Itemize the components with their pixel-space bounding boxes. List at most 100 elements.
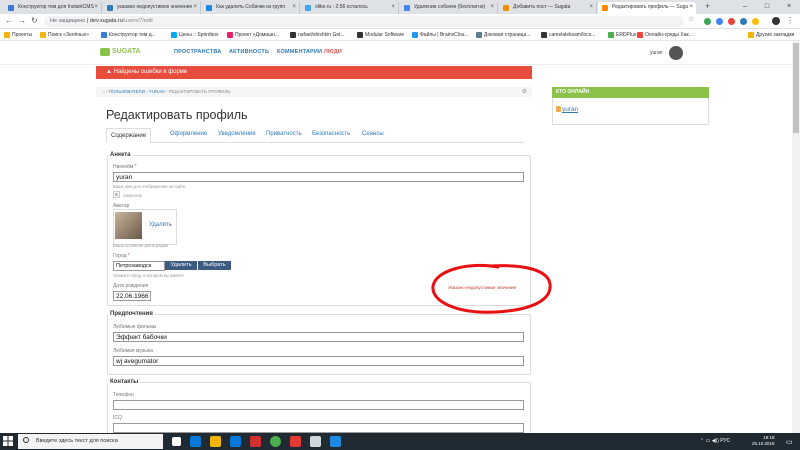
browser-tab[interactable]: Добавить пост — Sugata × (499, 2, 597, 14)
bookmark[interactable]: Конструктор тем д... (101, 31, 156, 39)
browser-tab[interactable]: olike.ru - 2:56 осталось × (301, 2, 399, 14)
site-logo[interactable]: SUGATA (100, 48, 141, 56)
calculator-icon[interactable] (310, 436, 321, 447)
taskbar-clock[interactable]: 18:18 25.10.2018 (752, 435, 775, 447)
browser-tab-active[interactable]: Редактировать профиль — Suga × (598, 2, 696, 14)
bookmark[interactable]: camelaleksam/locs... (541, 31, 595, 39)
chrome-icon[interactable] (270, 436, 281, 447)
bookmark[interactable]: ERDPlus (608, 31, 636, 39)
nav-activity[interactable]: АКТИВНОСТЬ (229, 49, 269, 55)
city-field[interactable] (113, 261, 165, 271)
tab-security[interactable]: Безопасность (312, 131, 350, 137)
close-icon[interactable]: × (94, 2, 98, 13)
edge-icon[interactable] (190, 436, 201, 447)
close-icon[interactable]: × (391, 2, 395, 13)
nickname-field[interactable] (113, 172, 524, 182)
tab-title: Добавить пост — Sugata (513, 4, 571, 10)
tab-appearance[interactable]: Оформление (170, 131, 207, 137)
menu-icon[interactable]: ⋮ (786, 16, 794, 25)
bookmark-label: Файлы | BrainsClou... (420, 32, 469, 38)
films-field[interactable] (113, 332, 524, 342)
birthdate-field[interactable] (113, 291, 151, 301)
star-icon[interactable]: ☆ (688, 15, 695, 23)
store-icon[interactable] (230, 436, 241, 447)
avatar[interactable] (669, 46, 683, 60)
music-field[interactable] (113, 356, 524, 366)
profile-avatar[interactable] (772, 17, 780, 25)
folder-icon (748, 32, 754, 38)
close-icon[interactable]: × (589, 2, 593, 13)
browser-tab[interactable]: указано недопустимое значение × (103, 2, 201, 14)
logo-icon (100, 48, 110, 56)
extension-icon[interactable] (704, 18, 711, 25)
nickname-label: Никнейм * (113, 164, 137, 170)
breadcrumb-user[interactable]: YURAN (149, 89, 165, 94)
notifications-icon[interactable]: ▭ (786, 438, 793, 446)
online-user-link[interactable]: yuran (562, 106, 578, 113)
bookmark[interactable]: nafael/shishkin Get... (290, 31, 345, 39)
browser-tab[interactable]: Конструктор тем для InstantCMS × (4, 2, 102, 14)
nav-people[interactable]: ЛЮДИ (324, 49, 342, 55)
nav-comments[interactable]: КОММЕНТАРИИ (277, 49, 322, 55)
bookmark[interactable]: Файлы | BrainsClou... (412, 31, 469, 39)
new-tab-icon[interactable]: + (705, 1, 710, 11)
taskbar-search-input[interactable]: Введите здесь текст для поиска (18, 434, 163, 449)
close-icon[interactable]: × (689, 2, 693, 13)
user-menu-name[interactable]: yuran (650, 50, 663, 56)
extension-icon[interactable] (728, 18, 735, 25)
city-delete-button[interactable]: Удалить (165, 261, 197, 270)
close-icon[interactable]: × (292, 2, 296, 13)
nav-spaces[interactable]: ПРОСТРАНСТВА (174, 49, 221, 55)
bookmark-icon (608, 32, 614, 38)
extension-icon[interactable] (716, 18, 723, 25)
tab-favicon-icon (602, 5, 608, 11)
bookmark[interactable]: Modular Software (357, 31, 404, 39)
bookmark-label: nafael/shishkin Get... (298, 32, 345, 38)
icq-label: ICQ (113, 415, 122, 421)
breadcrumb-users[interactable]: ПОЛЬЗОВАТЕЛИ (109, 89, 145, 94)
address-bar[interactable]: Не защищено | dev.sugata.ru/users/7/edit (44, 16, 684, 27)
back-icon[interactable]: ← (5, 16, 13, 25)
reload-icon[interactable]: ↻ (31, 16, 38, 25)
system-tray[interactable]: ⌃ ▭ ◀)) РУС (700, 438, 730, 444)
not-secure-label: Не защищено (50, 18, 86, 24)
file-explorer-icon[interactable] (210, 436, 221, 447)
app-icon[interactable] (250, 436, 261, 447)
city-choose-button[interactable]: Выбрать (198, 261, 231, 270)
bookmark[interactable]: Проекты (4, 31, 32, 39)
icq-field[interactable] (113, 423, 524, 433)
browser-tab-bar: Конструктор тем для InstantCMS × указано … (0, 0, 800, 14)
bookmark[interactable]: Доковая страница... (476, 31, 530, 39)
bookmark[interactable]: Цены :: Sprintbox (171, 31, 219, 39)
browser-tab[interactable]: Удаление собачек (бесплатно) × (400, 2, 498, 14)
bookmark[interactable]: Поиск «Зелёных» (40, 31, 89, 39)
maximize-icon[interactable]: □ (756, 0, 778, 14)
close-icon[interactable]: × (490, 2, 494, 13)
bookmarks-bar: Проекты Поиск «Зелёных» Конструктор тем … (0, 29, 800, 41)
windows-start-icon[interactable] (3, 436, 13, 446)
tab-sessions[interactable]: Сеансы (362, 131, 384, 137)
tab-notifications[interactable]: Уведомления (218, 131, 256, 137)
extension-icon[interactable] (752, 18, 759, 25)
home-icon[interactable]: ⌂ (102, 89, 105, 94)
language-indicator[interactable]: РУС (720, 438, 730, 444)
extension-icon[interactable] (740, 18, 747, 25)
tab-content[interactable]: Содержание (106, 128, 152, 143)
close-icon[interactable]: × (193, 2, 197, 13)
bookmark[interactable]: Онлайн-среды Хак... (637, 31, 693, 39)
error-banner: ▲ Найдены ошибки в форме (96, 66, 532, 79)
bookmark[interactable]: Другие закладки (748, 31, 794, 39)
app-icon[interactable] (330, 436, 341, 447)
close-window-icon[interactable]: × (778, 0, 800, 14)
phone-field[interactable] (113, 400, 524, 410)
scrollbar-thumb[interactable] (793, 43, 799, 133)
minimize-icon[interactable]: – (734, 0, 756, 14)
filezilla-icon[interactable] (290, 436, 301, 447)
forward-icon[interactable]: → (18, 16, 26, 25)
tab-privacy[interactable]: Приватность (266, 131, 302, 137)
task-view-icon[interactable] (172, 437, 181, 446)
avatar-delete-link[interactable]: Удалить (149, 222, 172, 228)
gear-icon[interactable]: ⚙ (522, 87, 527, 97)
bookmark[interactable]: Проект «Домашн... (227, 31, 279, 39)
browser-tab[interactable]: Как удалить Собачки из групп × (202, 2, 300, 14)
